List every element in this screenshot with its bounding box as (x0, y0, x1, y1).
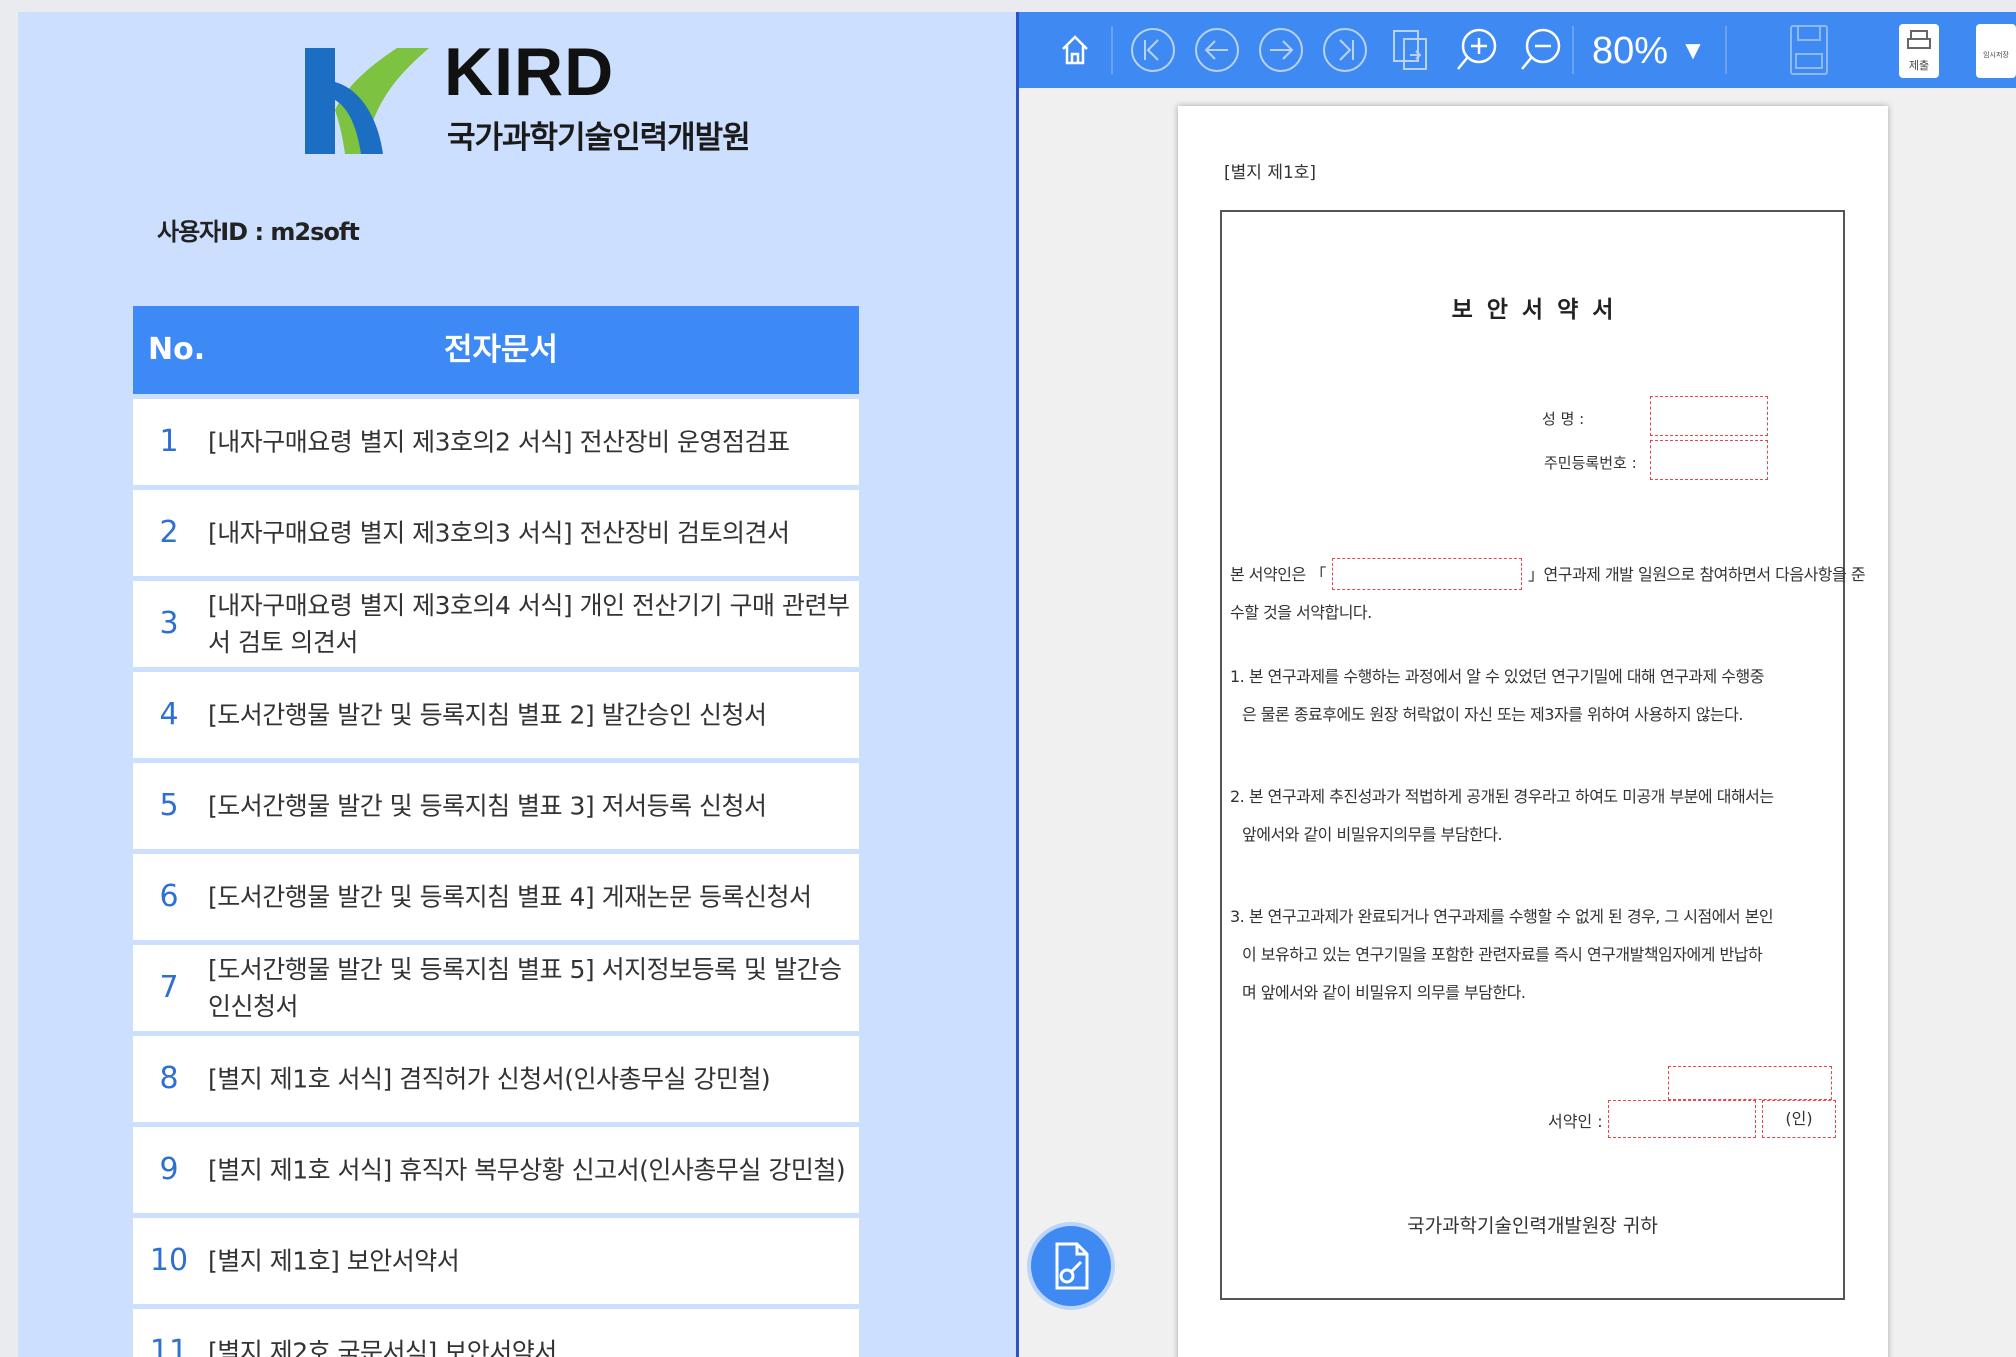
row-title: [내자구매요령 별지 제3호의4 서식] 개인 전산기기 구매 관련부서 검토 … (208, 591, 850, 657)
signer-name-field[interactable] (1608, 1100, 1756, 1138)
signature-date-field[interactable] (1668, 1066, 1832, 1100)
logo-title: KIRD (444, 34, 615, 110)
row-number: 11 (149, 1334, 189, 1357)
row-number: 6 (159, 879, 179, 914)
table-row[interactable]: 5 [도서간행물 발간 및 등록지침 별표 3] 저서등록 신청서 (133, 763, 859, 849)
zoom-out-icon[interactable] (1513, 22, 1569, 78)
rrn-label: 주민등록번호 : (1544, 454, 1637, 472)
row-number: 2 (159, 515, 179, 550)
first-page-icon[interactable] (1125, 22, 1181, 78)
toolbar-divider (1111, 26, 1113, 74)
export-icon[interactable] (1383, 22, 1439, 78)
document-table: No. 전자문서 1 [내자구매요령 별지 제3호의2 서식] 전산장비 운영점검… (133, 306, 859, 1357)
column-header-title: 전자문서 (443, 332, 559, 368)
row-number: 1 (159, 424, 179, 459)
row-number: 7 (159, 970, 179, 1005)
home-icon[interactable] (1047, 22, 1103, 78)
intro-paragraph: 본 서약인은 「 」연구과제 개발 일원으로 참여하면서 다음사항을 준 수할 … (1230, 556, 1866, 632)
document-sign-icon (1055, 1242, 1089, 1290)
row-number: 5 (159, 788, 179, 823)
table-row[interactable]: 6 [도서간행물 발간 및 등록지침 별표 4] 게재논문 등록신청서 (133, 854, 859, 940)
table-body: 1 [내자구매요령 별지 제3호의2 서식] 전산장비 운영점검표 2 [내자구매요… (133, 399, 859, 1357)
name-field[interactable] (1650, 396, 1768, 436)
prev-page-icon[interactable] (1189, 22, 1245, 78)
viewer-toolbar: 80% ▼ 제출 임시저장 (1019, 12, 2016, 88)
row-title: [도서간행물 발간 및 등록지침 별표 5] 서지정보등록 및 발간승인신청서 (208, 955, 842, 1021)
clause-1-line-1: 1. 본 연구과제를 수행하는 과정에서 알 수 있었던 연구기밀에 대해 연구… (1230, 667, 1764, 686)
row-title: [내자구매요령 별지 제3호의3 서식] 전산장비 검토의견서 (208, 518, 790, 548)
clause-2-line-1: 2. 본 연구과제 추진성과가 적법하게 공개된 경우라고 하여도 미공개 부분… (1230, 787, 1774, 806)
row-number: 4 (159, 697, 179, 732)
seal-field[interactable]: (인) (1762, 1100, 1836, 1138)
document-viewer: 80% ▼ 제출 임시저장 [별지 제1호] 보안서약서 성 명 : 주민등록번호… (1016, 12, 2016, 1357)
submit-label: 제출 (1908, 59, 1930, 72)
table-row[interactable]: 2 [내자구매요령 별지 제3호의3 서식] 전산장비 검토의견서 (133, 490, 859, 576)
project-name-field[interactable] (1332, 558, 1522, 590)
table-header: No. 전자문서 (133, 306, 859, 394)
row-number: 8 (159, 1061, 179, 1096)
zoom-select[interactable]: 80% ▼ (1572, 22, 1722, 78)
table-row[interactable]: 11 [별지 제2호 국문서식] 보안서약서 (133, 1309, 859, 1357)
clause-3-line-1: 3. 본 연구고과제가 완료되거나 연구과제를 수행할 수 없게 된 경우, 그… (1230, 907, 1774, 926)
intro-continuation: 수할 것을 서약합니다. (1230, 603, 1372, 622)
table-row[interactable]: 1 [내자구매요령 별지 제3호의2 서식] 전산장비 운영점검표 (133, 399, 859, 485)
intro-prefix: 본 서약인은 「 (1230, 565, 1326, 584)
user-id-label: 사용자ID : m2soft (157, 218, 360, 246)
logo-subtitle: 국가과학기술인력개발원 (447, 120, 751, 156)
form-reference: [별지 제1호] (1224, 163, 1317, 183)
table-row[interactable]: 4 [도서간행물 발간 및 등록지침 별표 2] 발간승인 신청서 (133, 672, 859, 758)
table-row[interactable]: 8 [별지 제1호 서식] 겸직허가 신청서(인사총무실 강민철) (133, 1036, 859, 1122)
document-sign-button[interactable] (1027, 1222, 1115, 1310)
table-row[interactable]: 9 [별지 제1호 서식] 휴직자 복무상황 신고서(인사총무실 강민철) (133, 1127, 859, 1213)
row-title: [별지 제1호 서식] 휴직자 복무상황 신고서(인사총무실 강민철) (208, 1155, 846, 1185)
row-title: [도서간행물 발간 및 등록지침 별표 4] 게재논문 등록신청서 (208, 882, 812, 912)
kird-logo-mark (305, 48, 429, 154)
submit-button[interactable]: 제출 (1899, 24, 1939, 78)
row-title: [별지 제2호 국문서식] 보안서약서 (208, 1337, 557, 1357)
clause-3: 3. 본 연구고과제가 완료되거나 연구과제를 수행할 수 없게 된 경우, 그… (1230, 898, 1835, 1012)
rrn-field[interactable] (1650, 440, 1768, 480)
app-root: KIRD 국가과학기술인력개발원 사용자ID : m2soft No. 전자문서… (0, 0, 2016, 1357)
zoom-value: 80% (1592, 30, 1669, 72)
form-frame: 보안서약서 성 명 : 주민등록번호 : 본 서약인은 「 」연구과제 개발 일… (1220, 210, 1866, 1300)
table-row[interactable]: 10 [별지 제1호] 보안서약서 (133, 1218, 859, 1304)
clause-3-line-2: 이 보유하고 있는 연구기밀을 포함한 관련자료를 즉시 연구개발책임자에게 반… (1242, 945, 1763, 964)
row-title: [도서간행물 발간 및 등록지침 별표 3] 저서등록 신청서 (208, 791, 767, 821)
document-list-panel: KIRD 국가과학기술인력개발원 사용자ID : m2soft No. 전자문서… (18, 12, 1016, 1357)
toolbar-divider (1725, 26, 1727, 74)
row-number: 9 (159, 1152, 179, 1187)
clause-3-line-3: 며 앞에서와 같이 비밀유지 의무를 부담한다. (1242, 983, 1526, 1002)
table-row[interactable]: 7 [도서간행물 발간 및 등록지침 별표 5] 서지정보등록 및 발간승인신청서 (133, 945, 859, 1031)
document-page: [별지 제1호] 보안서약서 성 명 : 주민등록번호 : 본 서약인은 「 」… (1178, 106, 1888, 1357)
row-number: 10 (149, 1243, 189, 1278)
clause-2: 2. 본 연구과제 추진성과가 적법하게 공개된 경우라고 하여도 미공개 부분… (1230, 778, 1835, 854)
clause-1: 1. 본 연구과제를 수행하는 과정에서 알 수 있었던 연구기밀에 대해 연구… (1230, 658, 1835, 734)
row-number: 3 (159, 606, 179, 641)
clause-1-line-2: 은 물론 종료후에도 원장 허락없이 자신 또는 제3자를 위하여 사용하지 않… (1242, 705, 1743, 724)
table-row[interactable]: 3 [내자구매요령 별지 제3호의4 서식] 개인 전산기기 구매 관련부서 검토… (133, 581, 859, 667)
temp-save-button[interactable]: 임시저장 (1976, 24, 2016, 78)
next-page-icon[interactable] (1253, 22, 1309, 78)
form-footer: 국가과학기술인력개발원장 귀하 (1407, 1215, 1658, 1237)
signer-label: 서약인 : (1548, 1112, 1603, 1131)
name-label: 성 명 : (1542, 410, 1585, 428)
intro-suffix: 」연구과제 개발 일원으로 참여하면서 다음사항을 준 (1528, 565, 1866, 584)
chevron-down-icon: ▼ (1680, 35, 1706, 65)
row-title: [별지 제1호] 보안서약서 (208, 1246, 460, 1276)
save-icon[interactable] (1789, 24, 1829, 76)
row-title: [별지 제1호 서식] 겸직허가 신청서(인사총무실 강민철) (208, 1064, 771, 1094)
last-page-icon[interactable] (1317, 22, 1373, 78)
temp-save-label: 임시저장 (1983, 51, 2009, 59)
form-title: 보안서약서 (1451, 297, 1628, 323)
zoom-in-icon[interactable] (1449, 22, 1505, 78)
row-title: [도서간행물 발간 및 등록지침 별표 2] 발간승인 신청서 (208, 700, 767, 730)
kird-logo: KIRD 국가과학기술인력개발원 (301, 28, 751, 168)
clause-2-line-2: 앞에서와 같이 비밀유지의무를 부담한다. (1242, 825, 1503, 844)
row-title: [내자구매요령 별지 제3호의2 서식] 전산장비 운영점검표 (208, 427, 790, 457)
printer-icon (1907, 30, 1931, 49)
